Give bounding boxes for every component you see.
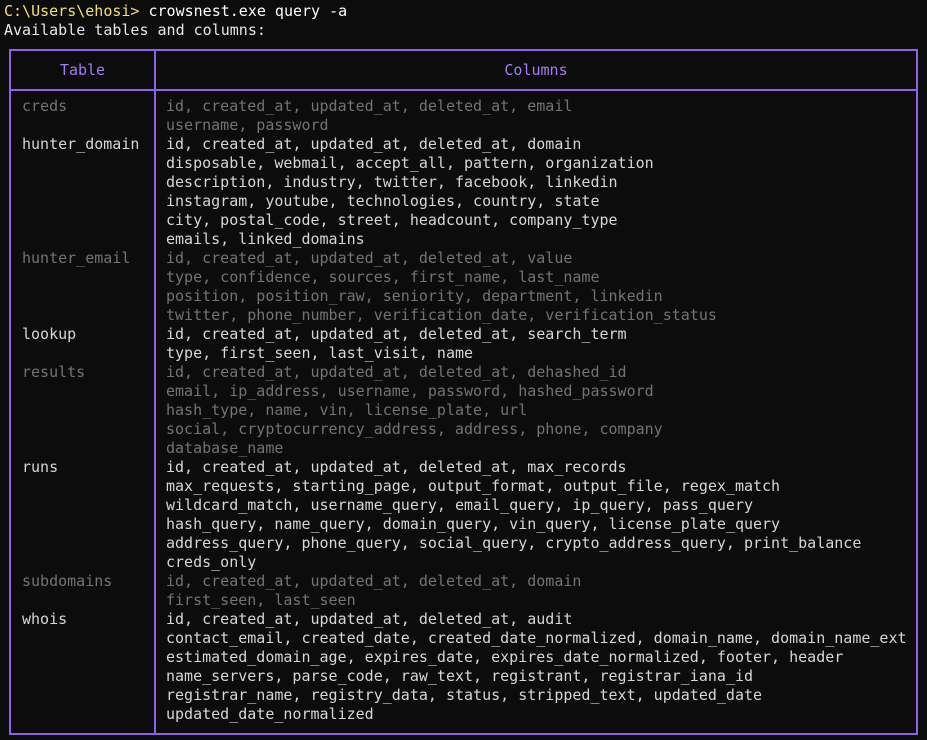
column-line: id, created_at, updated_at, deleted_at, … xyxy=(166,135,582,153)
terminal-window[interactable]: C:\Users\ehosi> crowsnest.exe query -a A… xyxy=(0,0,927,740)
table-name: lookup xyxy=(22,325,77,343)
table-name: hunter_domain xyxy=(22,135,140,153)
table-row: subdomains id, created_at, updated_at, de… xyxy=(11,572,916,610)
column-line: estimated_domain_age, expires_date, expi… xyxy=(166,648,844,666)
header-columns: Columns xyxy=(504,61,568,79)
table-row: whois id, created_at, updated_at, deleted… xyxy=(11,610,916,724)
command-line: C:\Users\ehosi> crowsnest.exe query -a xyxy=(4,2,927,21)
column-line: database_name xyxy=(166,439,284,457)
table-name: results xyxy=(22,363,86,381)
column-list: id, created_at, updated_at, deleted_at, … xyxy=(154,97,916,135)
column-line: wildcard_match, username_query, email_qu… xyxy=(166,496,753,514)
column-list: id, created_at, updated_at, deleted_at, … xyxy=(154,458,916,572)
table-name: hunter_email xyxy=(22,249,131,267)
column-line: registrar_name, registry_data, status, s… xyxy=(166,686,763,704)
table-name: subdomains xyxy=(22,572,113,590)
column-line: id, created_at, updated_at, deleted_at, … xyxy=(166,97,573,115)
table-row: lookup id, created_at, updated_at, delete… xyxy=(11,325,916,363)
column-list: id, created_at, updated_at, deleted_at, … xyxy=(154,363,916,458)
table-body: creds id, created_at, updated_at, deleted… xyxy=(11,97,916,724)
column-line: hash_query, name_query, domain_query, vi… xyxy=(166,515,781,533)
header-table: Table xyxy=(59,61,106,79)
table-row: hunter_email id, created_at, updated_at, … xyxy=(11,249,916,325)
column-line: name_servers, parse_code, raw_text, regi… xyxy=(166,667,753,685)
column-line: username, password xyxy=(166,116,329,134)
table-name: creds xyxy=(22,97,68,115)
column-line: contact_email, created_date, created_dat… xyxy=(166,629,907,647)
column-line: id, created_at, updated_at, deleted_at, … xyxy=(166,610,573,628)
column-list: id, created_at, updated_at, deleted_at, … xyxy=(154,135,916,249)
column-line: first_seen, last_seen xyxy=(166,591,356,609)
column-line: type, first_seen, last_visit, name xyxy=(166,344,474,362)
column-list: id, created_at, updated_at, deleted_at, … xyxy=(154,610,916,724)
column-list: id, created_at, updated_at, deleted_at, … xyxy=(154,325,916,363)
column-line: max_requests, starting_page, output_form… xyxy=(166,477,781,495)
column-line: emails, linked_domains xyxy=(166,230,365,248)
column-line: email, ip_address, username, password, h… xyxy=(166,382,654,400)
command-text: crowsnest.exe query -a xyxy=(139,2,348,20)
column-line: updated_date_normalized xyxy=(166,705,374,723)
column-line: disposable, webmail, accept_all, pattern… xyxy=(166,154,654,172)
tables-columns-table: Table Columns creds id, created_at, updat… xyxy=(9,49,918,735)
table-header: Table Columns xyxy=(11,51,916,91)
column-line: hash_type, name, vin, license_plate, url xyxy=(166,401,528,419)
prompt: C:\Users\ehosi> xyxy=(4,2,140,20)
column-line: city, postal_code, street, headcount, co… xyxy=(166,211,618,229)
column-line: description, industry, twitter, facebook… xyxy=(166,173,618,191)
column-line: id, created_at, updated_at, deleted_at, … xyxy=(166,572,582,590)
column-line: position, position_raw, seniority, depar… xyxy=(166,287,663,305)
column-line: instagram, youtube, technologies, countr… xyxy=(166,192,600,210)
column-line: address_query, phone_query, social_query… xyxy=(166,534,862,552)
output-heading: Available tables and columns: xyxy=(4,21,266,39)
column-line: id, created_at, updated_at, deleted_at, … xyxy=(166,458,627,476)
table-name: whois xyxy=(22,610,68,628)
table-row: creds id, created_at, updated_at, deleted… xyxy=(11,97,916,135)
column-list: id, created_at, updated_at, deleted_at, … xyxy=(154,249,916,325)
column-list: id, created_at, updated_at, deleted_at, … xyxy=(154,572,916,610)
column-line: id, created_at, updated_at, deleted_at, … xyxy=(166,325,627,343)
column-line: social, cryptocurrency_address, address,… xyxy=(166,420,663,438)
column-line: id, created_at, updated_at, deleted_at, … xyxy=(166,249,573,267)
table-name: runs xyxy=(22,458,59,476)
table-row: results id, created_at, updated_at, delet… xyxy=(11,363,916,458)
column-line: creds_only xyxy=(166,553,257,571)
column-line: twitter, phone_number, verification_date… xyxy=(166,306,717,324)
table-row: hunter_domain id, created_at, updated_at,… xyxy=(11,135,916,249)
column-line: type, confidence, sources, first_name, l… xyxy=(166,268,600,286)
table-row: runs id, created_at, updated_at, deleted_… xyxy=(11,458,916,572)
column-line: id, created_at, updated_at, deleted_at, … xyxy=(166,363,627,381)
